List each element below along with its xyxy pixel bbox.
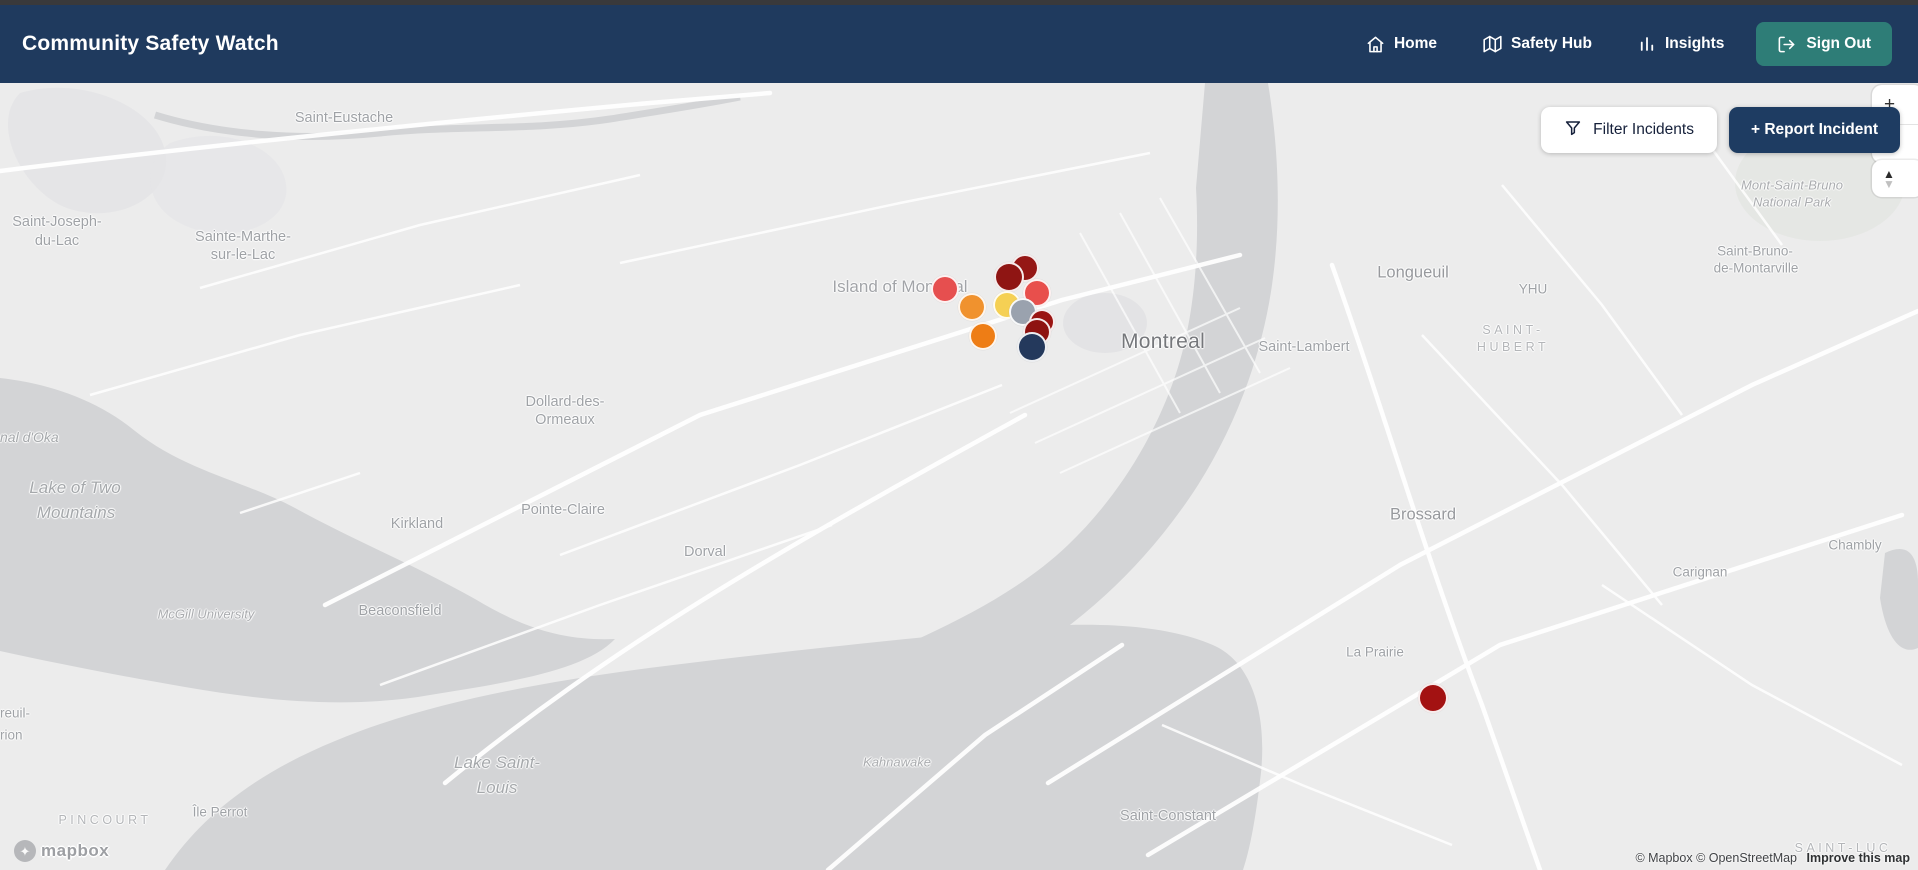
map-attribution: © Mapbox © OpenStreetMap Improve this ma…: [1635, 851, 1910, 865]
report-incident-button[interactable]: + Report Incident: [1728, 107, 1900, 153]
attribution-mapbox-link[interactable]: © Mapbox: [1635, 851, 1692, 865]
bar-chart-icon: [1638, 35, 1656, 53]
map-base-tiles: [0, 83, 1918, 870]
pitch-control[interactable]: ▲ ▼: [1872, 160, 1918, 197]
map-canvas[interactable]: Saint-Eustache Saint-Joseph-du-Lac Sainte-…: [0, 83, 1918, 870]
nav-label: Insights: [1665, 35, 1725, 52]
improve-this-map-link[interactable]: Improve this map: [1807, 851, 1911, 865]
map-icon: [1483, 35, 1502, 54]
sign-out-icon: [1777, 35, 1796, 54]
nav-item-insights[interactable]: Insights: [1638, 35, 1724, 53]
mapbox-logo-icon: ✦: [14, 840, 36, 862]
incident-marker[interactable]: [994, 262, 1024, 292]
sign-out-button[interactable]: Sign Out: [1756, 22, 1892, 66]
incident-marker[interactable]: [958, 293, 986, 321]
incident-marker[interactable]: [1418, 683, 1448, 713]
filter-incidents-button[interactable]: Filter Incidents: [1541, 107, 1717, 153]
nav-label: Home: [1393, 35, 1438, 52]
map-action-buttons: Filter Incidents + Report Incident: [1541, 107, 1900, 153]
nav-item-safety-hub[interactable]: Safety Hub: [1483, 35, 1592, 54]
incident-marker[interactable]: [969, 322, 997, 350]
incident-marker[interactable]: [931, 275, 959, 303]
incident-marker[interactable]: [1017, 332, 1047, 362]
attribution-osm-link[interactable]: © OpenStreetMap: [1696, 851, 1797, 865]
main-nav: Home Safety Hub Insights: [1366, 35, 1724, 54]
app-title: Community Safety Watch: [22, 32, 279, 55]
filter-label: Filter Incidents: [1593, 121, 1694, 138]
nav-item-home[interactable]: Home: [1366, 35, 1437, 54]
mapbox-logo[interactable]: ✦ mapbox: [14, 840, 109, 862]
mapbox-logo-text: mapbox: [41, 841, 110, 860]
home-icon: [1366, 35, 1385, 54]
app-header: Community Safety Watch Home Safety Hub I…: [0, 5, 1918, 83]
pitch-down-icon: ▼: [1883, 176, 1895, 191]
sign-out-label: Sign Out: [1806, 35, 1871, 52]
nav-label: Safety Hub: [1511, 35, 1592, 52]
filter-funnel-icon: [1564, 119, 1582, 142]
